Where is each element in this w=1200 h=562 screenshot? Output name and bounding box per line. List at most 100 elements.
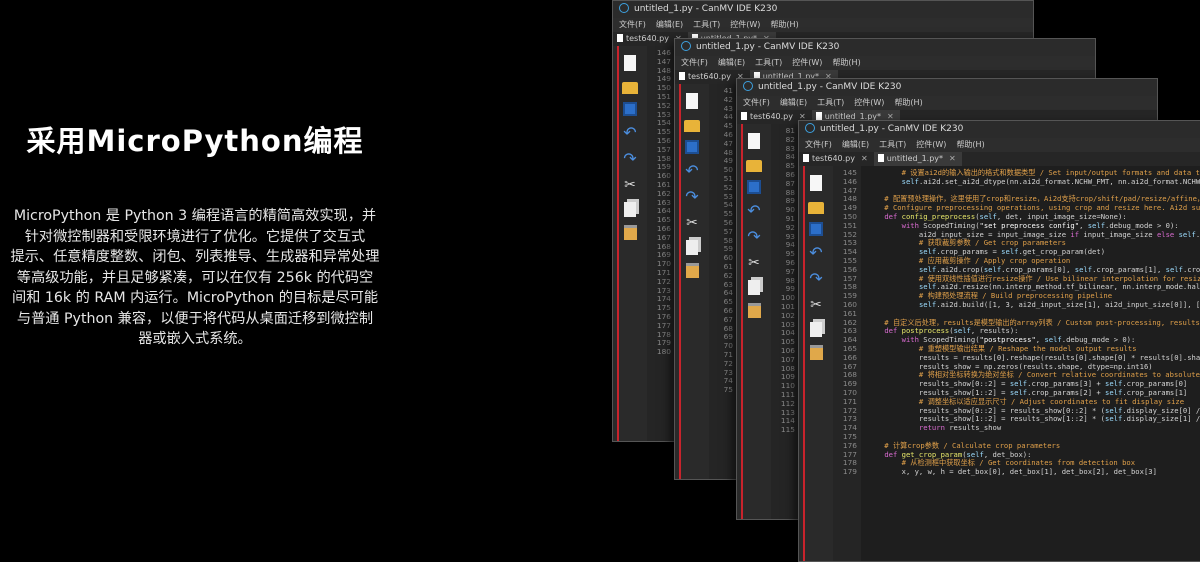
ide-window[interactable]: untitled_1.py - CanMV IDE K230 文件(F) 编辑(E)…	[798, 120, 1200, 562]
window-title: untitled_1.py - CanMV IDE K230	[820, 124, 964, 134]
line-number: 75	[723, 385, 733, 395]
canmv-logo-icon	[805, 123, 815, 133]
code-line[interactable]: x, y, w, h = det_box[0], det_box[1], det…	[867, 467, 1200, 477]
editor-tab-1[interactable]: untitled_1.py* ✕	[873, 152, 962, 166]
menu-item-4[interactable]: 帮助(H)	[832, 58, 860, 67]
menu-item-3[interactable]: 控件(W)	[854, 98, 884, 107]
window-title: untitled_1.py - CanMV IDE K230	[696, 42, 840, 52]
window-titlebar[interactable]: untitled_1.py - CanMV IDE K230	[675, 39, 1095, 56]
menu-bar: 文件(F) 编辑(E) 工具(T) 控件(W) 帮助(H)	[799, 138, 1200, 152]
save-icon[interactable]	[809, 222, 823, 236]
undo-icon[interactable]: ↶	[621, 124, 639, 142]
menu-item-4[interactable]: 帮助(H)	[956, 140, 984, 149]
hero-title: 采用MicroPython编程	[26, 124, 364, 158]
menu-bar: 文件(F) 编辑(E) 工具(T) 控件(W) 帮助(H)	[737, 96, 1157, 110]
open-folder-icon[interactable]	[808, 202, 824, 214]
paste-icon[interactable]	[747, 303, 761, 318]
tab-close-icon[interactable]: ✕	[861, 154, 868, 163]
menu-item-3[interactable]: 控件(W)	[916, 140, 946, 149]
canmv-logo-icon	[619, 3, 629, 13]
menu-item-0[interactable]: 文件(F)	[743, 98, 770, 107]
cut-icon[interactable]: ✂	[621, 176, 639, 194]
window-titlebar[interactable]: untitled_1.py - CanMV IDE K230	[737, 79, 1157, 96]
paste-icon[interactable]	[623, 225, 637, 240]
new-file-icon[interactable]	[624, 55, 636, 71]
tab-label: test640.py	[750, 112, 793, 121]
save-icon[interactable]	[685, 140, 699, 154]
code-line[interactable]: self.ai2d.set_ai2d_dtype(nn.ai2d_format.…	[867, 177, 1200, 187]
paste-icon[interactable]	[685, 263, 699, 278]
copy-icon[interactable]	[624, 202, 636, 217]
menu-item-2[interactable]: 工具(T)	[693, 20, 720, 29]
line-number: 178	[842, 458, 857, 468]
new-file-icon[interactable]	[810, 175, 822, 191]
paste-icon[interactable]	[809, 345, 823, 360]
editor-tab-0[interactable]: test640.py ✕	[799, 152, 874, 166]
canmv-logo-icon	[743, 81, 753, 91]
copy-icon[interactable]	[686, 240, 698, 255]
tab-label: test640.py	[812, 154, 855, 163]
code-line[interactable]: return results_show	[867, 423, 1200, 433]
line-number: 115	[780, 425, 795, 435]
tab-label: test640.py	[688, 72, 731, 81]
cut-icon[interactable]: ✂	[807, 296, 825, 314]
line-number-gutter: 146 147 148 149 150 151 152 153 154 155 156 157 158 1…	[647, 46, 675, 441]
new-file-icon[interactable]	[686, 93, 698, 109]
open-folder-icon[interactable]	[684, 120, 700, 132]
code-editor[interactable]: # 设置ai2d的输入输出的格式和数据类型 / Set input/output…	[861, 166, 1200, 561]
canmv-logo-icon	[681, 41, 691, 51]
menu-item-1[interactable]: 编辑(E)	[718, 58, 745, 67]
save-icon[interactable]	[623, 102, 637, 116]
open-folder-icon[interactable]	[622, 82, 638, 94]
window-titlebar[interactable]: untitled_1.py - CanMV IDE K230	[799, 121, 1200, 138]
menu-item-1[interactable]: 编辑(E)	[842, 140, 869, 149]
undo-icon[interactable]: ↶	[683, 162, 701, 180]
line-number: 180	[656, 347, 671, 357]
window-accent-bar	[679, 84, 681, 479]
tab-label: test640.py	[626, 34, 669, 43]
tab-bar: test640.py ✕ untitled_1.py* ✕	[799, 152, 1200, 166]
menu-item-1[interactable]: 编辑(E)	[656, 20, 683, 29]
cut-icon[interactable]: ✂	[745, 254, 763, 272]
menu-item-4[interactable]: 帮助(H)	[894, 98, 922, 107]
menu-item-0[interactable]: 文件(F)	[619, 20, 646, 29]
window-accent-bar	[803, 166, 805, 561]
window-title: untitled_1.py - CanMV IDE K230	[758, 82, 902, 92]
menu-item-0[interactable]: 文件(F)	[681, 58, 708, 67]
redo-icon[interactable]: ↷	[621, 150, 639, 168]
menu-item-2[interactable]: 工具(T)	[879, 140, 906, 149]
menu-item-3[interactable]: 控件(W)	[792, 58, 822, 67]
undo-icon[interactable]: ↶	[807, 244, 825, 262]
line-number: 179	[842, 467, 857, 477]
menu-item-2[interactable]: 工具(T)	[755, 58, 782, 67]
window-accent-bar	[617, 46, 619, 441]
tab-close-icon[interactable]: ✕	[949, 154, 956, 163]
menu-item-0[interactable]: 文件(F)	[805, 140, 832, 149]
code-line[interactable]: # 从检测框中获取坐标 / Get coordinates from detec…	[867, 458, 1200, 468]
code-line[interactable]: self.ai2d.build([1, 3, ai2d_input_size[1…	[867, 300, 1200, 310]
undo-icon[interactable]: ↶	[745, 202, 763, 220]
line-number-gutter: 41 42 43 44 45 46 47 48 49 50 51 52 53 54 55 56 57 58 59 60…	[709, 84, 737, 479]
cut-icon[interactable]: ✂	[683, 214, 701, 232]
tab-label: untitled_1.py*	[886, 154, 944, 163]
line-number-gutter: 81 82 83 84 85 86 87 88 89 90 91 92 93 94 95 96 97 98 99 10…	[771, 124, 799, 519]
menu-item-3[interactable]: 控件(W)	[730, 20, 760, 29]
redo-icon[interactable]: ↷	[807, 270, 825, 288]
file-icon	[617, 34, 623, 42]
window-title: untitled_1.py - CanMV IDE K230	[634, 4, 778, 14]
menu-item-4[interactable]: 帮助(H)	[770, 20, 798, 29]
menu-item-2[interactable]: 工具(T)	[817, 98, 844, 107]
copy-icon[interactable]	[810, 322, 822, 337]
save-icon[interactable]	[747, 180, 761, 194]
file-icon	[803, 154, 809, 162]
file-icon	[741, 112, 747, 120]
open-folder-icon[interactable]	[746, 160, 762, 172]
new-file-icon[interactable]	[748, 133, 760, 149]
menu-item-1[interactable]: 编辑(E)	[780, 98, 807, 107]
window-titlebar[interactable]: untitled_1.py - CanMV IDE K230	[613, 1, 1033, 18]
menu-bar: 文件(F) 编辑(E) 工具(T) 控件(W) 帮助(H)	[613, 18, 1033, 32]
copy-icon[interactable]	[748, 280, 760, 295]
hero-description: MicroPython 是 Python 3 编程语言的精简高效实现，并 针对微…	[10, 208, 380, 347]
redo-icon[interactable]: ↷	[745, 228, 763, 246]
redo-icon[interactable]: ↷	[683, 188, 701, 206]
